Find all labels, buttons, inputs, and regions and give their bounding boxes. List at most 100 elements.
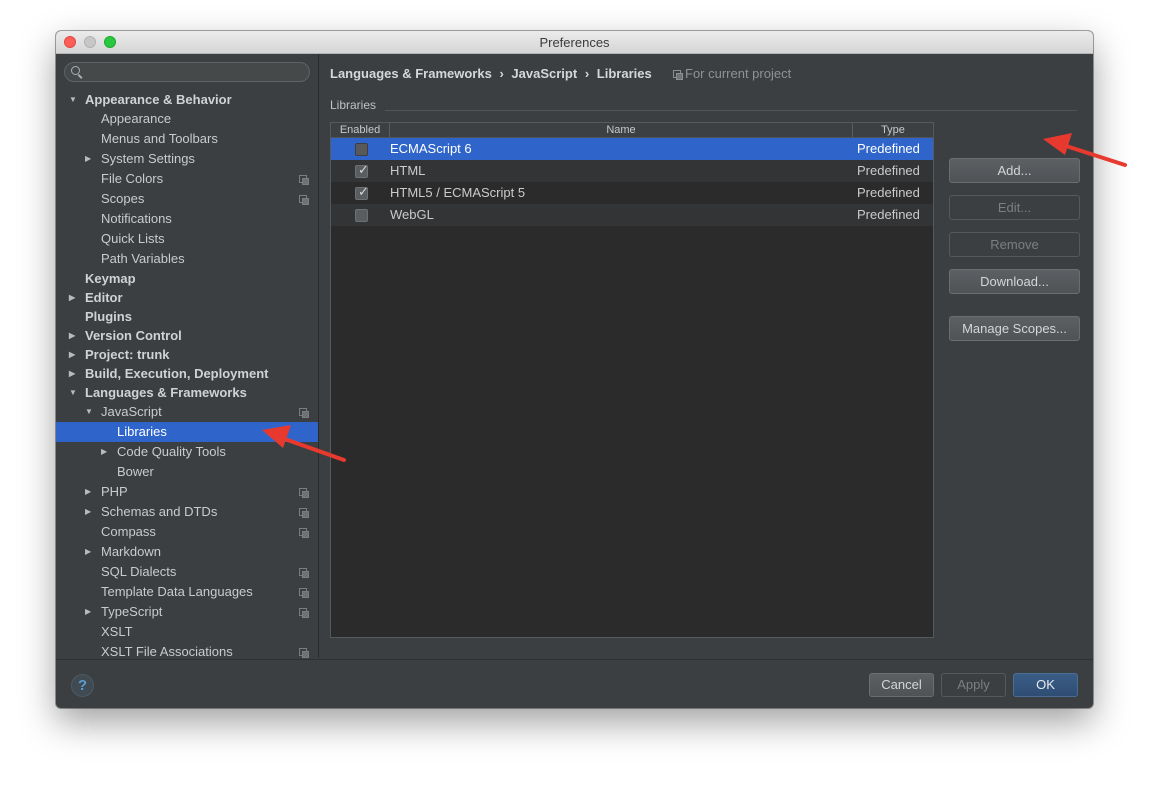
tree-item-schemas-and-dtds[interactable]: ▶ Schemas and DTDs bbox=[56, 502, 318, 522]
breadcrumb-separator: › bbox=[499, 66, 504, 81]
breadcrumb-separator: › bbox=[584, 66, 590, 81]
project-scope-icon bbox=[299, 588, 309, 598]
checkmark-icon: ✓ bbox=[358, 184, 369, 199]
expanded-arrow-icon[interactable]: ▼ bbox=[69, 383, 79, 402]
breadcrumb-languages-frameworks: Languages & Frameworks bbox=[330, 66, 492, 81]
breadcrumb: Languages & Frameworks › JavaScript › Li… bbox=[330, 66, 656, 81]
tree-item-project-trunk[interactable]: ▶ Project: trunk bbox=[56, 345, 318, 364]
column-header-name[interactable]: Name bbox=[390, 123, 853, 137]
library-type: Predefined bbox=[857, 163, 920, 178]
manage-scopes-button[interactable]: Manage Scopes... bbox=[949, 316, 1080, 341]
library-name: WebGL bbox=[390, 207, 434, 222]
tree-item-libraries[interactable]: Libraries bbox=[56, 422, 318, 442]
tree-item-path-variables[interactable]: Path Variables bbox=[56, 249, 318, 269]
project-scope-icon bbox=[299, 195, 309, 205]
tree-item-bower[interactable]: Bower bbox=[56, 462, 318, 482]
table-row[interactable]: ECMAScript 6 Predefined bbox=[331, 138, 933, 160]
settings-search-input[interactable] bbox=[85, 64, 305, 80]
collapsed-arrow-icon[interactable]: ▶ bbox=[69, 326, 79, 345]
tree-item-languages-frameworks[interactable]: ▼ Languages & Frameworks bbox=[56, 383, 318, 402]
tree-item-menus-and-toolbars[interactable]: Menus and Toolbars bbox=[56, 129, 318, 149]
collapsed-arrow-icon[interactable]: ▶ bbox=[85, 502, 95, 522]
apply-button[interactable]: Apply bbox=[941, 673, 1006, 697]
tree-item-code-quality-tools[interactable]: ▶ Code Quality Tools bbox=[56, 442, 318, 462]
search-icon bbox=[71, 66, 80, 75]
tree-item-label: XSLT bbox=[101, 624, 133, 639]
preferences-window: Preferences ▼ Appearance & Behavior Appear… bbox=[56, 31, 1093, 708]
title-bar: Preferences bbox=[56, 31, 1093, 54]
collapsed-arrow-icon[interactable]: ▶ bbox=[69, 288, 79, 307]
tree-item-label: Quick Lists bbox=[101, 231, 165, 246]
tree-item-label: Path Variables bbox=[101, 251, 185, 266]
tree-item-label: Code Quality Tools bbox=[117, 444, 226, 459]
window-title: Preferences bbox=[539, 35, 610, 50]
add-library-button[interactable]: Add... bbox=[949, 158, 1080, 183]
help-icon[interactable]: ? bbox=[71, 674, 94, 697]
tree-item-label: Appearance bbox=[101, 111, 172, 126]
tree-item-build-execution-deployment[interactable]: ▶ Build, Execution, Deployment bbox=[56, 364, 318, 383]
expanded-arrow-icon[interactable]: ▼ bbox=[69, 90, 79, 109]
edit-library-button[interactable]: Edit... bbox=[949, 195, 1080, 220]
collapsed-arrow-icon[interactable]: ▶ bbox=[85, 482, 95, 502]
tree-item-label: Plugins bbox=[85, 309, 132, 324]
libraries-table[interactable]: Enabled Name Type ECMAScript 6 Predefined… bbox=[330, 122, 934, 638]
tree-item-label: Compass bbox=[101, 524, 156, 539]
project-scope-icon bbox=[299, 568, 309, 578]
project-scope-icon bbox=[299, 508, 309, 518]
project-scope-icon bbox=[299, 175, 309, 185]
tree-item-plugins[interactable]: Plugins bbox=[56, 307, 318, 326]
tree-item-typescript[interactable]: ▶ TypeScript bbox=[56, 602, 318, 622]
tree-item-system-settings[interactable]: ▶ System Settings bbox=[56, 149, 318, 169]
tree-item-editor[interactable]: ▶ Editor bbox=[56, 288, 318, 307]
table-row[interactable]: WebGL Predefined bbox=[331, 204, 933, 226]
cancel-button[interactable]: Cancel bbox=[869, 673, 934, 697]
collapsed-arrow-icon[interactable]: ▶ bbox=[85, 542, 95, 562]
tree-item-appearance[interactable]: Appearance bbox=[56, 109, 318, 129]
library-type: Predefined bbox=[857, 141, 920, 156]
collapsed-arrow-icon[interactable]: ▶ bbox=[85, 602, 95, 622]
column-header-enabled[interactable]: Enabled bbox=[331, 123, 390, 137]
library-type: Predefined bbox=[857, 185, 920, 200]
tree-item-xslt[interactable]: XSLT bbox=[56, 622, 318, 642]
collapsed-arrow-icon[interactable]: ▶ bbox=[101, 442, 111, 462]
settings-search-box[interactable] bbox=[64, 62, 310, 82]
tree-item-keymap[interactable]: Keymap bbox=[56, 269, 318, 288]
table-row[interactable]: ✓ HTML Predefined bbox=[331, 160, 933, 182]
tree-item-file-colors[interactable]: File Colors bbox=[56, 169, 318, 189]
expanded-arrow-icon[interactable]: ▼ bbox=[85, 402, 95, 422]
settings-sidebar: ▼ Appearance & Behavior Appearance Menus an… bbox=[56, 54, 319, 658]
tree-item-template-data-languages[interactable]: Template Data Languages bbox=[56, 582, 318, 602]
tree-item-javascript[interactable]: ▼ JavaScript bbox=[56, 402, 318, 422]
tree-item-quick-lists[interactable]: Quick Lists bbox=[56, 229, 318, 249]
tree-item-label: Notifications bbox=[101, 211, 172, 226]
tree-item-label: File Colors bbox=[101, 171, 164, 186]
breadcrumb-javascript: JavaScript bbox=[511, 66, 578, 81]
tree-item-php[interactable]: ▶ PHP bbox=[56, 482, 318, 502]
tree-item-sql-dialects[interactable]: SQL Dialects bbox=[56, 562, 318, 582]
tree-item-notifications[interactable]: Notifications bbox=[56, 209, 318, 229]
tree-item-markdown[interactable]: ▶ Markdown bbox=[56, 542, 318, 562]
enabled-checkbox[interactable]: ✓ bbox=[355, 184, 369, 200]
collapsed-arrow-icon[interactable]: ▶ bbox=[69, 345, 79, 364]
dialog-footer: ? Cancel Apply OK bbox=[56, 659, 1093, 708]
table-row[interactable]: ✓ HTML5 / ECMAScript 5 Predefined bbox=[331, 182, 933, 204]
tree-item-scopes[interactable]: Scopes bbox=[56, 189, 318, 209]
remove-library-button[interactable]: Remove bbox=[949, 232, 1080, 257]
download-library-button[interactable]: Download... bbox=[949, 269, 1080, 294]
column-header-type[interactable]: Type bbox=[853, 123, 933, 137]
tree-item-label: Markdown bbox=[101, 544, 161, 559]
enabled-checkbox[interactable]: ✓ bbox=[355, 162, 369, 178]
enabled-checkbox[interactable] bbox=[355, 209, 368, 222]
tree-item-label: TypeScript bbox=[101, 604, 163, 619]
enabled-checkbox[interactable] bbox=[355, 143, 368, 156]
ok-button[interactable]: OK bbox=[1013, 673, 1078, 697]
collapsed-arrow-icon[interactable]: ▶ bbox=[85, 149, 95, 169]
collapsed-arrow-icon[interactable]: ▶ bbox=[69, 364, 79, 383]
tree-item-compass[interactable]: Compass bbox=[56, 522, 318, 542]
library-name: HTML bbox=[390, 163, 426, 178]
tree-item-xslt-file-associations[interactable]: XSLT File Associations bbox=[56, 642, 318, 658]
tree-item-appearance-behavior[interactable]: ▼ Appearance & Behavior bbox=[56, 90, 318, 109]
tree-item-label: Version Control bbox=[85, 328, 182, 343]
tree-item-version-control[interactable]: ▶ Version Control bbox=[56, 326, 318, 345]
tree-item-label: Libraries bbox=[117, 424, 167, 439]
